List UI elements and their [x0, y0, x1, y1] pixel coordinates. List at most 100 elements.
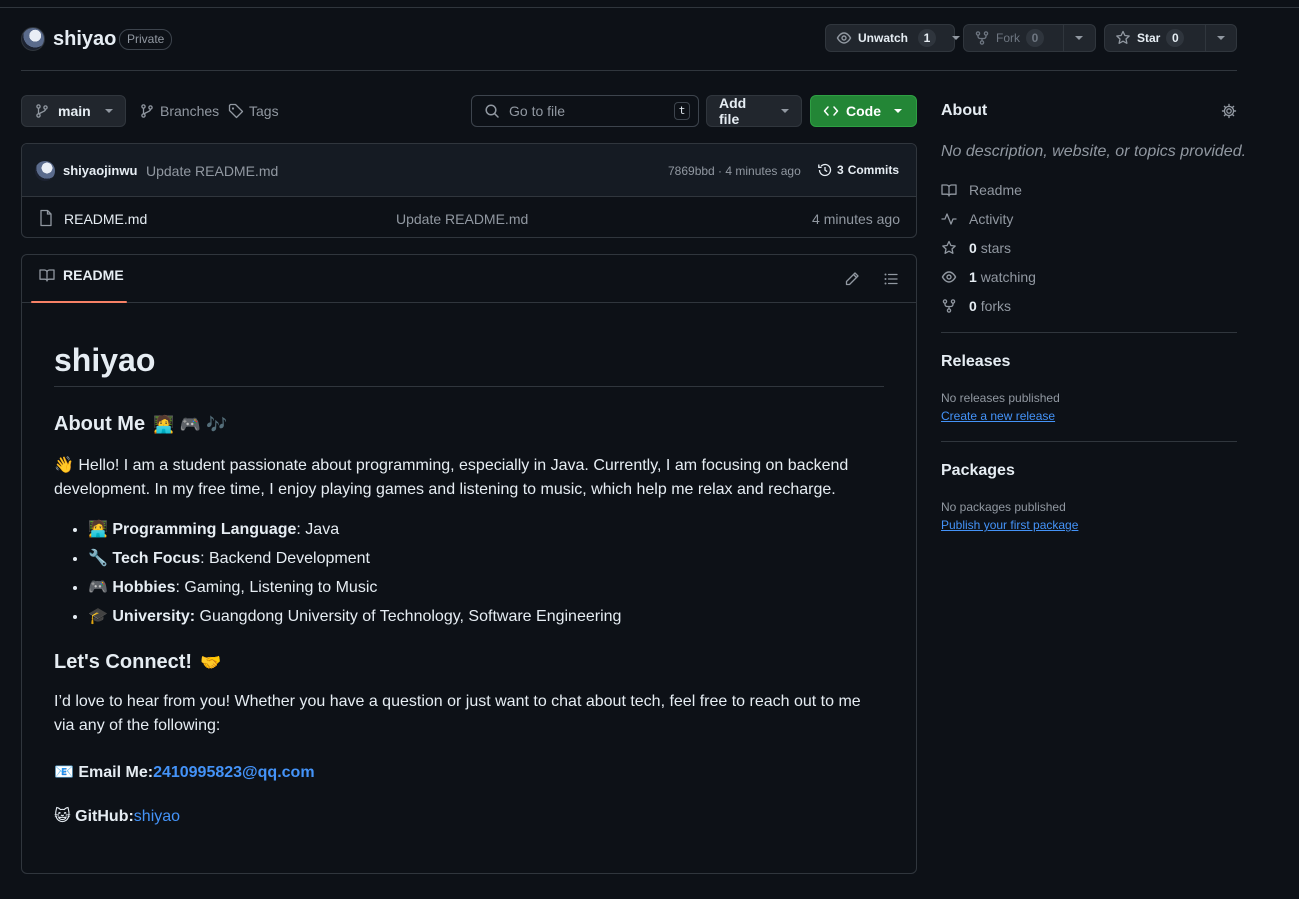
- unwatch-button[interactable]: Unwatch 1: [825, 24, 961, 52]
- fork-dropdown[interactable]: [1063, 25, 1094, 51]
- wrench-emoji: 🔧: [88, 548, 108, 567]
- readme-link-label: Readme: [969, 182, 1022, 198]
- watching-link[interactable]: 1 watching: [941, 269, 1036, 285]
- code-button[interactable]: Code: [810, 95, 917, 127]
- branch-icon: [139, 103, 155, 119]
- tags-link[interactable]: Tags: [228, 103, 279, 119]
- graduation-cap-emoji: 🎓: [88, 606, 108, 625]
- chevron-down-icon: [104, 109, 113, 113]
- pulse-icon: [941, 211, 957, 227]
- gear-icon[interactable]: [1221, 103, 1237, 119]
- fork-label: Fork: [996, 31, 1020, 45]
- releases-text: No releases published: [941, 391, 1060, 405]
- list-item: 🎮 Hobbies: Gaming, Listening to Music: [88, 573, 884, 602]
- chevron-down-icon: [1217, 36, 1225, 40]
- top-divider: [0, 7, 1299, 8]
- star-icon: [1115, 30, 1131, 46]
- chevron-down-icon: [952, 36, 961, 40]
- star-button[interactable]: Star 0: [1104, 24, 1237, 52]
- commits-link[interactable]: 3 Commits: [817, 162, 899, 178]
- list-item-label: Tech Focus: [112, 550, 201, 567]
- list-item-value: Backend Development: [204, 550, 370, 567]
- file-name[interactable]: README.md: [64, 211, 147, 227]
- search-placeholder: Go to file: [509, 103, 566, 119]
- stars-count: 0: [969, 240, 977, 256]
- star-label: Star: [1137, 31, 1161, 45]
- packages-text: No packages published: [941, 500, 1066, 514]
- forks-link[interactable]: 0 forks: [941, 298, 1011, 314]
- repo-name[interactable]: shiyao: [53, 28, 116, 51]
- commit-hash-time[interactable]: 7869bbd · 4 minutes ago: [668, 164, 801, 178]
- forks-label: forks: [980, 298, 1012, 314]
- packages-heading[interactable]: Packages: [941, 462, 1015, 480]
- file-browser: shiyaojinwu Update README.md 7869bbd · 4…: [21, 143, 917, 238]
- list-item-label: Programming Language: [112, 521, 297, 538]
- star-icon: [941, 240, 957, 256]
- header-divider: [21, 70, 1237, 71]
- github-link[interactable]: shiyao: [134, 808, 180, 825]
- fork-counter: 0: [1026, 29, 1044, 47]
- list-item-value: Gaming, Listening to Music: [179, 579, 378, 596]
- about-me-heading-text: About Me: [54, 413, 146, 435]
- fork-icon: [941, 298, 957, 314]
- tags-label: Tags: [249, 103, 279, 119]
- connect-heading: Let's Connect! 🤝: [54, 651, 221, 674]
- code-label: Code: [846, 103, 881, 119]
- outline-list-icon[interactable]: [883, 271, 899, 287]
- sidebar-divider: [941, 332, 1237, 333]
- intro-paragraph: 👋 Hello! I am a student passionate about…: [54, 453, 884, 502]
- watching-label: watching: [980, 269, 1036, 285]
- list-item: 🔧 Tech Focus: Backend Development: [88, 544, 884, 573]
- commit-author[interactable]: shiyaojinwu: [63, 163, 137, 178]
- commit-message[interactable]: Update README.md: [146, 163, 278, 179]
- github-label: GitHub:: [75, 808, 134, 825]
- go-to-file-input[interactable]: Go to file t: [471, 95, 699, 127]
- email-line: 📧 Email Me:2410995823@qq.com: [54, 760, 315, 785]
- readme-title-divider: [54, 386, 884, 387]
- fork-icon: [974, 30, 990, 46]
- email-link[interactable]: 2410995823@qq.com: [153, 764, 314, 781]
- search-icon: [484, 103, 500, 119]
- info-list: 🧑‍💻 Programming Language: Java 🔧 Tech Fo…: [54, 515, 884, 631]
- handshake-emoji: 🤝: [200, 652, 222, 673]
- create-release-link[interactable]: Create a new release: [941, 409, 1055, 423]
- add-file-button[interactable]: Add file: [706, 95, 802, 127]
- branches-link[interactable]: Branches: [139, 103, 219, 119]
- connect-paragraph: I’d love to hear from you! Whether you h…: [54, 693, 861, 734]
- watching-count: 1: [969, 269, 977, 285]
- shortcut-key: t: [674, 102, 690, 120]
- activity-link[interactable]: Activity: [941, 211, 1013, 227]
- book-icon: [941, 182, 957, 198]
- about-me-heading: About Me 🧑‍💻 🎮 🎶: [54, 413, 227, 436]
- chevron-down-icon: [1075, 36, 1083, 40]
- connect-heading-text: Let's Connect!: [54, 651, 193, 673]
- commits-count: 3: [837, 163, 844, 177]
- star-dropdown[interactable]: [1205, 25, 1236, 51]
- github-line: 😺 GitHub:shiyao: [54, 804, 180, 829]
- readme-link[interactable]: Readme: [941, 182, 1022, 198]
- stars-link[interactable]: 0 stars: [941, 240, 1011, 256]
- fork-button[interactable]: Fork 0: [963, 24, 1096, 52]
- tag-icon: [228, 103, 244, 119]
- list-item: 🧑‍💻 Programming Language: Java: [88, 515, 884, 544]
- edit-pencil-icon[interactable]: [844, 271, 860, 287]
- file-commit-message[interactable]: Update README.md: [396, 211, 528, 227]
- code-icon: [823, 103, 839, 119]
- publish-package-link[interactable]: Publish your first package: [941, 518, 1078, 532]
- cat-emoji: 😺: [54, 806, 71, 825]
- email-label: Email Me:: [78, 764, 154, 781]
- readme-tab[interactable]: README: [31, 267, 132, 283]
- file-row[interactable]: README.md Update README.md 4 minutes ago: [22, 198, 916, 237]
- chevron-down-icon: [781, 109, 789, 113]
- list-item-value: Guangdong University of Technology, Soft…: [195, 608, 622, 625]
- readme-panel: README shiyao About Me 🧑‍💻 🎮 🎶 👋 Hello! …: [21, 254, 917, 874]
- branch-selector[interactable]: main: [21, 95, 126, 127]
- technologist-emoji: 🧑‍💻: [88, 519, 108, 538]
- gamepad-emoji: 🎮: [88, 577, 108, 596]
- releases-heading[interactable]: Releases: [941, 353, 1010, 371]
- repo-avatar[interactable]: [21, 27, 45, 51]
- about-me-emojis: 🧑‍💻 🎮 🎶: [153, 414, 228, 435]
- commit-author-avatar[interactable]: [35, 161, 55, 181]
- list-item-label: Hobbies: [112, 579, 176, 596]
- eye-icon: [941, 269, 957, 285]
